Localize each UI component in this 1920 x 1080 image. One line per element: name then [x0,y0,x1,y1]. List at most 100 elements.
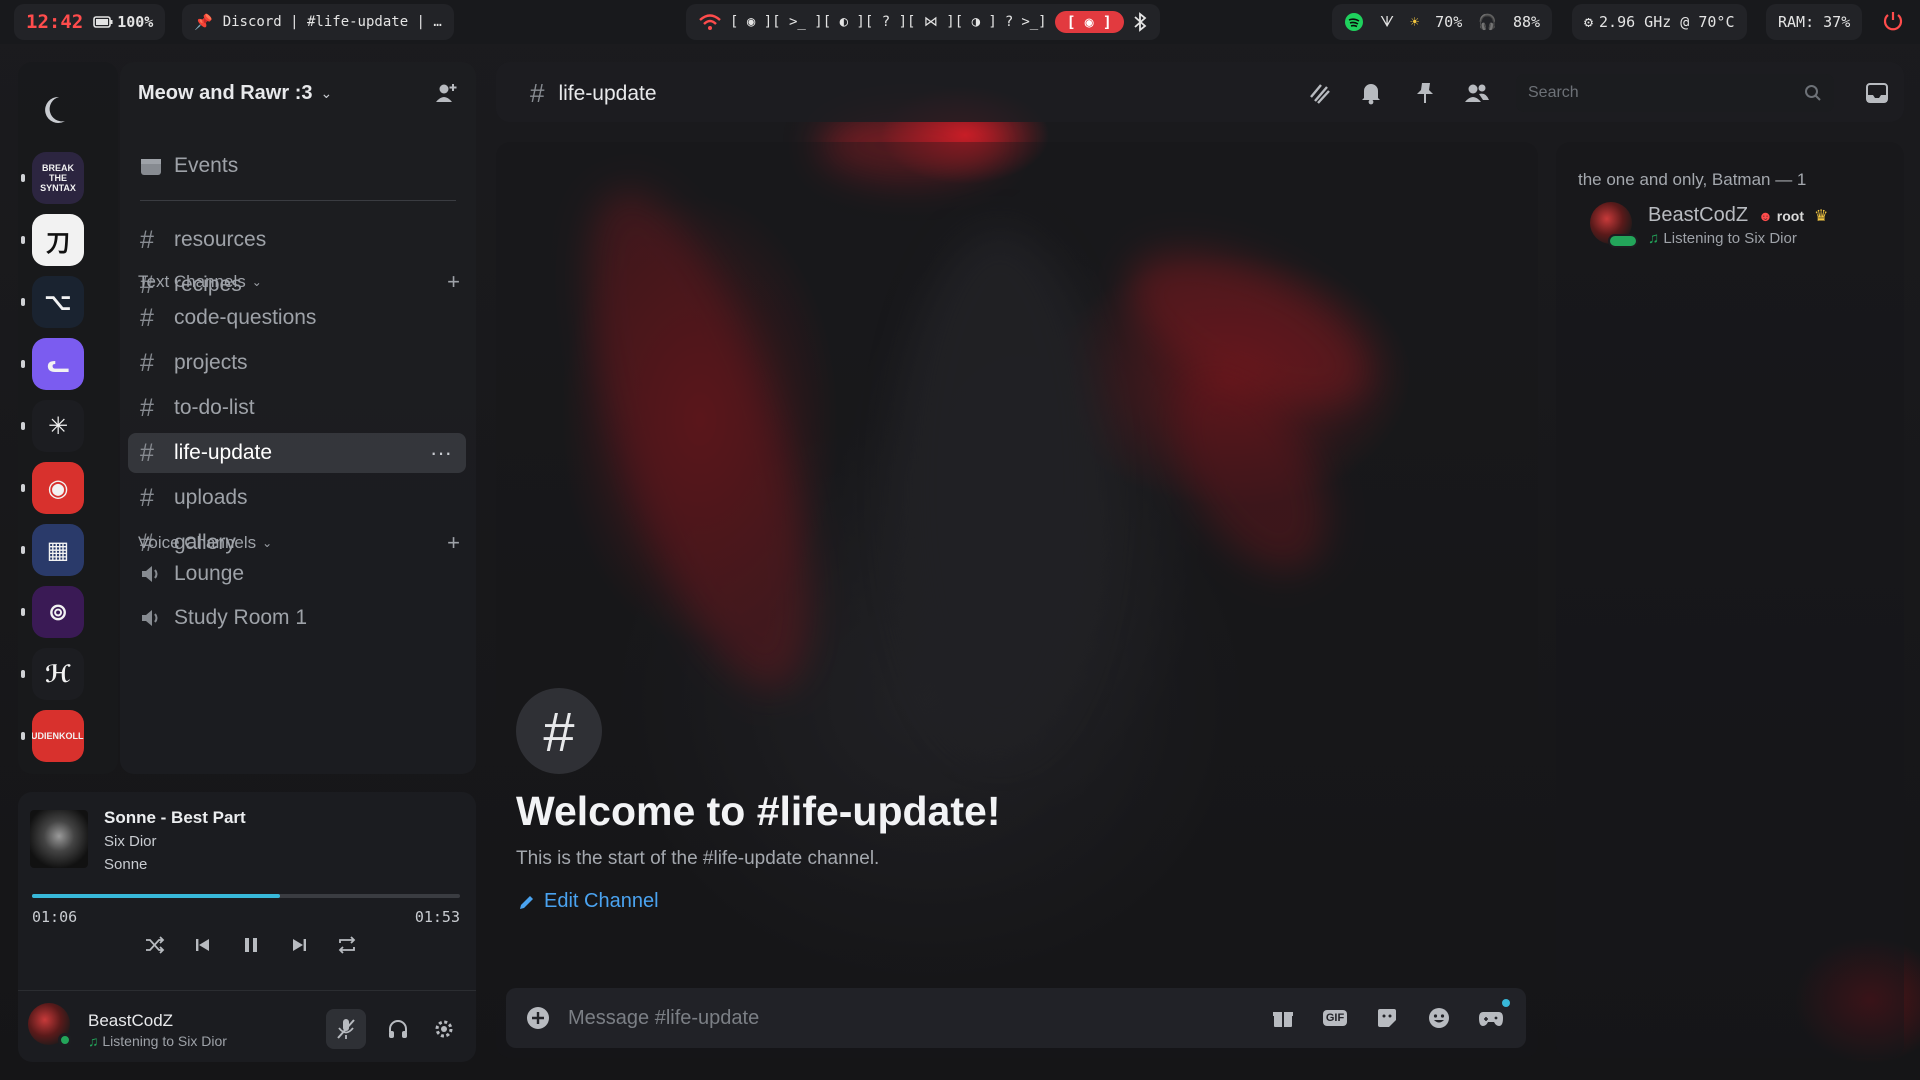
member-list: the one and only, Batman — 1 BeastCodZ ☻… [1556,142,1904,1058]
server-list: BREAK THE SYNTAX 刀 ⌥ ᓚ ✳ ◉ ▦ ⊚ ℋ STUDIENKOLLEG [18,62,118,774]
bluetooth-icon [1134,12,1147,32]
track-album[interactable]: Sonne [104,856,147,873]
next-track-icon[interactable] [284,930,314,960]
workspace-terminal[interactable]: >_] [1021,14,1046,30]
gift-icon[interactable] [1268,1003,1298,1033]
pause-icon[interactable] [236,930,266,960]
message-composer[interactable]: Message #life-update GIF [506,988,1526,1048]
notification-dot [1502,999,1510,1007]
server-icon-6[interactable]: ▦ [32,524,84,576]
headphones-icon [389,1020,407,1038]
edit-channel-link[interactable]: Edit Channel [518,890,659,913]
member-status: ♫ Listening to Six Dior [1648,230,1797,247]
invite-people-icon[interactable] [434,82,458,104]
channel-item[interactable]: Study Room 1 [128,598,466,638]
server-icon-4[interactable]: ✳ [32,400,84,452]
online-status-dot [58,1033,72,1047]
server-icon-9[interactable]: STUDIENKOLLEG [32,710,84,762]
server-header[interactable]: Meow and Rawr :3 ⌄ [120,62,476,124]
sidebar-divider [140,200,456,201]
events-item[interactable]: Events [128,146,466,186]
role-badge: ☻ root [1758,208,1804,224]
channel-item[interactable]: # uploads [128,478,466,518]
wifi-icon [699,14,721,30]
member-list-icon[interactable] [1462,78,1492,108]
inbox-icon[interactable] [1862,78,1892,108]
message-placeholder[interactable]: Message #life-update [568,1007,759,1030]
channel-label: uploads [174,486,248,509]
deafen-button[interactable] [378,1009,418,1049]
activities-gamepad-icon[interactable] [1476,999,1510,1033]
previous-track-icon[interactable] [188,930,218,960]
hash-icon: # [140,303,154,332]
shuffle-icon[interactable] [140,930,170,960]
server-icon-2[interactable]: ⌥ [32,276,84,328]
server-unread-pip [21,732,25,740]
caffeine-icon[interactable]: ᗐ [1380,13,1394,31]
ram-readout: RAM: 37% [1778,13,1851,31]
total-time: 01:53 [414,908,460,926]
workspace-extra[interactable]: ? [1005,14,1013,30]
active-window-pill[interactable]: 📌 Discord | #life-update | … [182,4,454,40]
channel-item[interactable]: Lounge [128,554,466,594]
seek-bar[interactable] [32,894,460,898]
server-icon-7[interactable]: ⊚ [32,586,84,638]
add-voice-channel-button[interactable]: + [447,530,460,556]
server-icon-5[interactable]: ◉ [32,462,84,514]
channel-item[interactable]: # to-do-list [128,388,466,428]
mute-microphone-button[interactable] [326,1009,366,1049]
server-unread-pip [21,670,25,678]
track-artist[interactable]: Six Dior [104,833,157,850]
pinned-messages-icon[interactable] [1410,78,1440,108]
more-options-icon[interactable]: ··· [430,440,452,466]
channel-item[interactable]: # life-update ··· [128,433,466,473]
member-name: BeastCodZ [1648,204,1749,226]
music-note-icon: ♫ [88,1033,99,1049]
emoji-icon[interactable] [1424,1003,1454,1033]
spotify-icon [1345,13,1363,31]
music-player: Sonne - Best Part Six Dior Sonne 01:06 0… [18,792,476,1062]
member-category: the one and only, Batman — 1 [1578,170,1807,189]
active-window-title: Discord | #life-update | … [222,14,442,30]
gear-icon [435,1020,453,1038]
server-icon-3[interactable]: ᓚ [32,338,84,390]
events-label: Events [174,154,239,177]
hash-icon: # [140,393,154,422]
channel-item[interactable]: # code-questions [128,298,466,338]
power-icon[interactable] [1882,10,1904,32]
threads-icon[interactable] [1304,78,1334,108]
server-icon-1[interactable]: 刀 [32,214,84,266]
search-input[interactable]: Search [1516,74,1834,112]
status-pill-right: ᗐ ☀ 70% 🎧 88% [1332,4,1553,40]
server-icon-8[interactable]: ℋ [32,648,84,700]
repeat-icon[interactable] [332,930,362,960]
composer-actions: GIF [1268,999,1510,1033]
category-label: Voice Channels [138,533,257,552]
category-voice-channels[interactable]: Voice Channels ⌄ + [138,530,460,556]
workspace-list[interactable]: [ ◉ ][ >_ ][ ◐ ][ ? ][ ⋈ ][ ◑ ] [730,14,997,30]
user-status: ♫ Listening to Six Dior [88,1033,227,1049]
crown-icon: ♛ [1814,207,1829,225]
workspace-pill[interactable]: [ ◉ ][ >_ ][ ◐ ][ ? ][ ⋈ ][ ◑ ] ? >_] [ … [686,4,1160,40]
server-name[interactable]: Meow and Rawr :3 [138,82,312,105]
discord-workspace-active[interactable]: [ ◉ ] [1054,11,1124,33]
home-moon-icon[interactable] [32,84,84,136]
server-icon-label: STUDIENKOLLEG [32,731,84,741]
channel-item[interactable]: # projects [128,343,466,383]
ram-pill: RAM: 37% [1766,4,1863,40]
add-channel-button[interactable]: + [447,269,460,295]
sticker-icon[interactable] [1372,1003,1402,1033]
hash-icon: # [140,483,154,512]
track-title[interactable]: Sonne - Best Part [104,808,246,828]
server-icon-label: 刀 [46,229,70,257]
category-text-channels[interactable]: Text Channels ⌄ + [138,269,460,295]
gif-icon[interactable]: GIF [1320,1003,1350,1033]
channel-item[interactable]: # resources [128,220,466,260]
add-attachment-icon[interactable] [526,1006,550,1030]
user-settings-button[interactable] [424,1009,464,1049]
username[interactable]: BeastCodZ [88,1011,173,1031]
server-icon-0[interactable]: BREAK THE SYNTAX [32,152,84,204]
notification-bell-icon[interactable] [1356,78,1386,108]
microphone-muted-icon [337,1019,355,1039]
system-top-bar: 12:42 100% 📌 Discord | #life-update | … … [0,0,1920,44]
